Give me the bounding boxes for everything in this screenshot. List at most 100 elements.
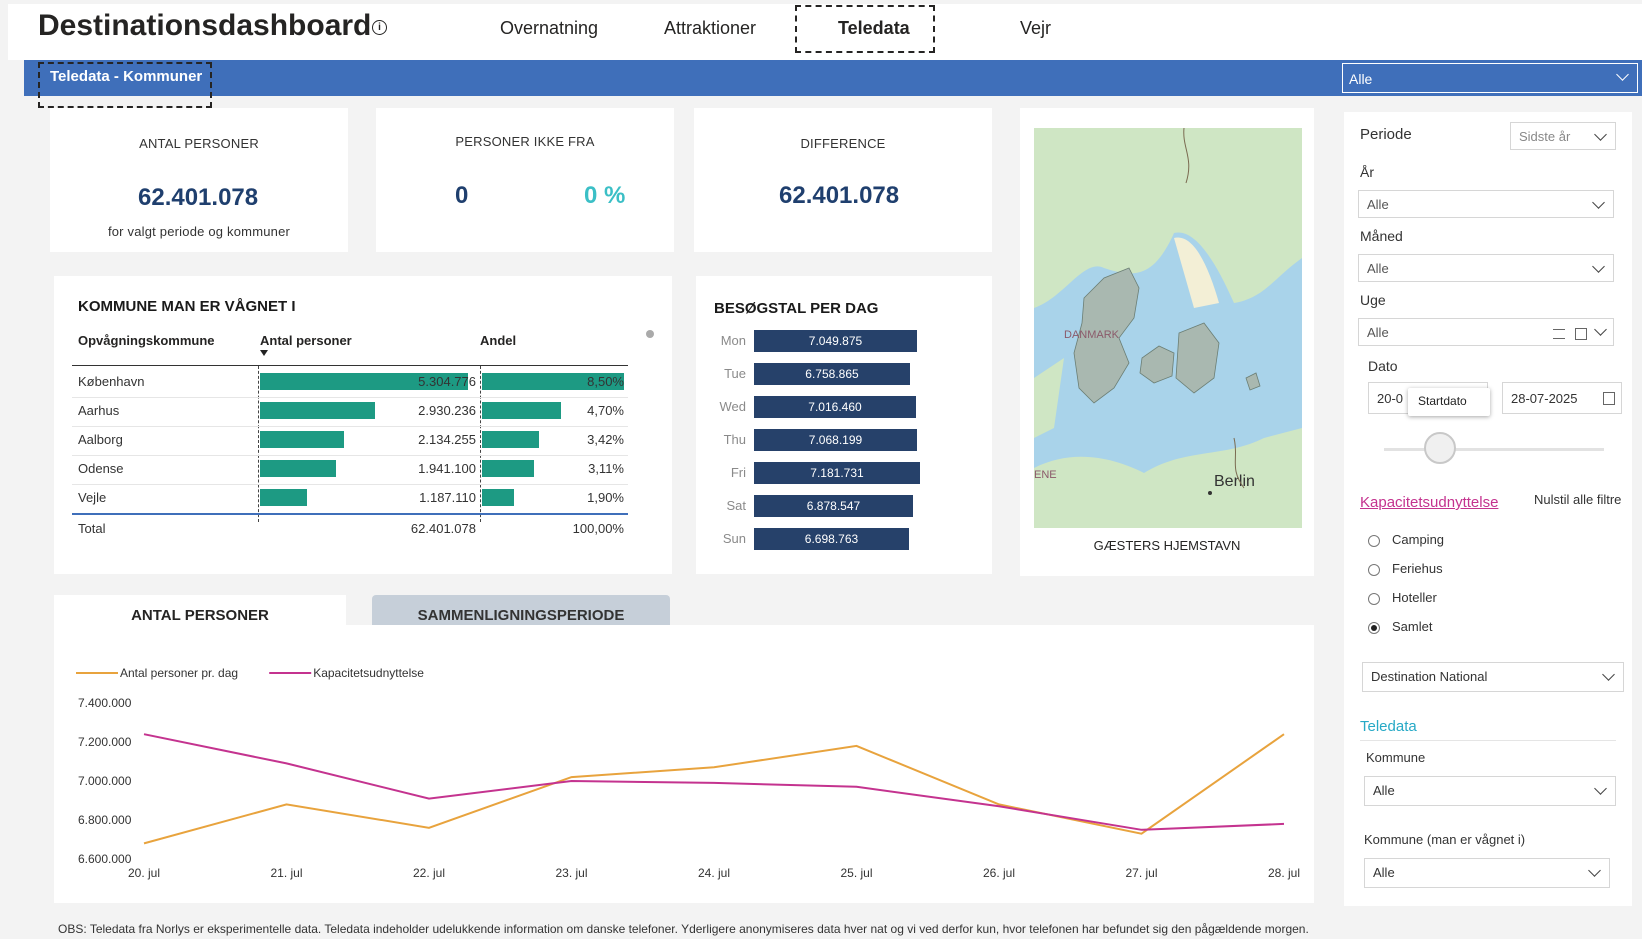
option-camping[interactable]: Camping [1392, 532, 1444, 547]
row-count-bar [260, 489, 307, 506]
tab-vejr[interactable]: Vejr [1020, 18, 1051, 39]
chevron-down-icon [1594, 782, 1607, 795]
day-label: Mon [720, 333, 746, 348]
line-chart-card: Antal personer pr. dag Kapacitetsudnyttel… [54, 625, 1314, 903]
day-bar[interactable]: 6.698.763 [754, 528, 909, 550]
day-bar[interactable]: 7.049.875 [754, 330, 917, 352]
line-chart[interactable]: Antal personer pr. dag Kapacitetsudnyttel… [54, 625, 1314, 903]
row-share-value: 1,90% [587, 490, 624, 505]
besoegstal-card: BESØGSTAL PER DAG Mon 7.049.875 Tue 6.758.8… [696, 276, 992, 574]
map-svg[interactable]: DANMARK Berlin ENE [1034, 128, 1302, 528]
row-share-value: 3,42% [587, 432, 624, 447]
option-samlet[interactable]: Samlet [1392, 619, 1432, 634]
row-kommune-name: Odense [78, 461, 124, 476]
tab-teledata[interactable]: Teledata [838, 18, 910, 39]
radio-samlet[interactable] [1368, 622, 1380, 634]
series-line-kapacitet[interactable] [143, 733, 1285, 831]
x-tick-label: 24. jul [698, 866, 730, 880]
scroll-indicator[interactable] [646, 330, 654, 338]
col-header-andel[interactable]: Andel [480, 333, 516, 348]
row-kommune-name: København [78, 374, 145, 389]
section-filter-dropdown[interactable]: Alle [1342, 63, 1638, 93]
kpi-value: 0 [455, 182, 469, 209]
row-share-value: 4,70% [587, 403, 624, 418]
day-label: Wed [719, 399, 747, 414]
sort-arrow-icon [260, 350, 268, 356]
dato-start-value: 20-0 [1377, 391, 1404, 406]
chevron-down-icon [1592, 196, 1605, 209]
radio-hoteller[interactable] [1368, 593, 1380, 605]
page-title: Destinationsdashboard [38, 9, 372, 42]
reset-filters-button[interactable]: Nulstil alle filtre [1534, 492, 1621, 507]
row-count-bar [260, 431, 344, 448]
chevron-down-icon [1588, 864, 1601, 877]
kommune-dropdown[interactable]: Alle [1364, 776, 1616, 806]
day-row: Fri 7.181.731 [696, 462, 992, 484]
row-count-value: 1.941.100 [418, 461, 476, 476]
day-bar[interactable]: 7.016.460 [754, 396, 916, 418]
y-tick-label: 7.200.000 [78, 735, 132, 749]
day-bar[interactable]: 6.758.865 [754, 363, 910, 385]
tab-attraktioner[interactable]: Attraktioner [664, 18, 756, 39]
filter-icon[interactable] [1553, 329, 1565, 339]
tab-antal-personer[interactable]: ANTAL PERSONER [54, 607, 346, 624]
aar-dropdown[interactable]: Alle [1358, 190, 1614, 218]
periode-value: Sidste år [1519, 129, 1571, 144]
footer-note: OBS: Teledata fra Norlys er eksperimente… [58, 922, 1309, 936]
day-bar[interactable]: 7.181.731 [754, 462, 920, 484]
option-feriehus[interactable]: Feriehus [1392, 561, 1443, 576]
map-card: DANMARK Berlin ENE GÆSTERS HJEMSTAVN [1020, 108, 1314, 576]
focus-mode-icon[interactable] [1575, 328, 1587, 340]
dato-end-input[interactable]: 28-07-2025 [1502, 382, 1622, 414]
date-slider-handle[interactable] [1424, 432, 1456, 464]
radio-camping[interactable] [1368, 535, 1380, 547]
kpi-difference: DIFFERENCE 62.401.078 [694, 108, 992, 252]
day-row: Thu 7.068.199 [696, 429, 992, 451]
date-slider-track[interactable] [1384, 448, 1604, 451]
vaagnet-dropdown[interactable]: Alle [1364, 858, 1610, 888]
day-bar[interactable]: 7.068.199 [754, 429, 917, 451]
vaagnet-label: Kommune (man er vågnet i) [1364, 832, 1526, 847]
x-tick-label: 22. jul [413, 866, 445, 880]
chevron-down-icon [1594, 323, 1607, 336]
chevron-down-icon [1592, 260, 1605, 273]
calendar-icon[interactable] [1603, 392, 1615, 405]
option-hoteller[interactable]: Hoteller [1392, 590, 1437, 605]
kapacitet-label: Kapacitetsudnyttelse [1360, 494, 1499, 511]
table-title: KOMMUNE MAN ER VÅGNET I [78, 298, 296, 315]
col-header-kommune[interactable]: Opvågningskommune [78, 333, 215, 348]
chevron-down-icon [1602, 668, 1615, 681]
aar-value: Alle [1367, 197, 1389, 212]
day-row: Tue 6.758.865 [696, 363, 992, 385]
maaned-label: Måned [1360, 228, 1403, 244]
x-tick-label: 20. jul [128, 866, 160, 880]
row-kommune-name: Aarhus [78, 403, 120, 418]
col-header-antal[interactable]: Antal personer [260, 333, 352, 348]
destination-dropdown[interactable]: Destination National [1362, 662, 1624, 692]
day-bar[interactable]: 6.878.547 [754, 495, 913, 517]
x-tick-label: 21. jul [270, 866, 302, 880]
row-share-value: 8,50% [587, 374, 624, 389]
series-line-antal[interactable] [143, 733, 1285, 845]
maaned-dropdown[interactable]: Alle [1358, 254, 1614, 282]
total-divider [72, 513, 628, 515]
x-tick-label: 23. jul [555, 866, 587, 880]
dato-label: Dato [1368, 358, 1398, 374]
footer-obs-label: OBS: [58, 922, 87, 936]
kommune-value: Alle [1373, 783, 1395, 798]
tab-sammenligningsperiode-container[interactable]: SAMMENLIGNINGSPERIODE [372, 595, 670, 625]
tab-overnatning[interactable]: Overnatning [500, 18, 598, 39]
radio-feriehus[interactable] [1368, 564, 1380, 576]
total-count: 62.401.078 [410, 521, 476, 536]
row-kommune-name: Vejle [78, 490, 107, 505]
kpi-personer-ikke-fra: PERSONER IKKE FRA 0 0 % [376, 108, 674, 252]
tab-sammenligningsperiode[interactable]: SAMMENLIGNINGSPERIODE [372, 607, 670, 624]
legend-label: Antal personer pr. dag [120, 666, 238, 680]
kommune-table-card: KOMMUNE MAN ER VÅGNET I Opvågningskommun… [54, 276, 672, 574]
info-icon[interactable]: i [372, 20, 387, 35]
total-share: 100,00% [572, 521, 624, 536]
periode-dropdown[interactable]: Sidste år [1510, 122, 1616, 150]
uge-dropdown[interactable]: Alle [1358, 318, 1614, 346]
map-label-country: DANMARK [1064, 329, 1120, 341]
map-label-edge: ENE [1034, 469, 1057, 481]
